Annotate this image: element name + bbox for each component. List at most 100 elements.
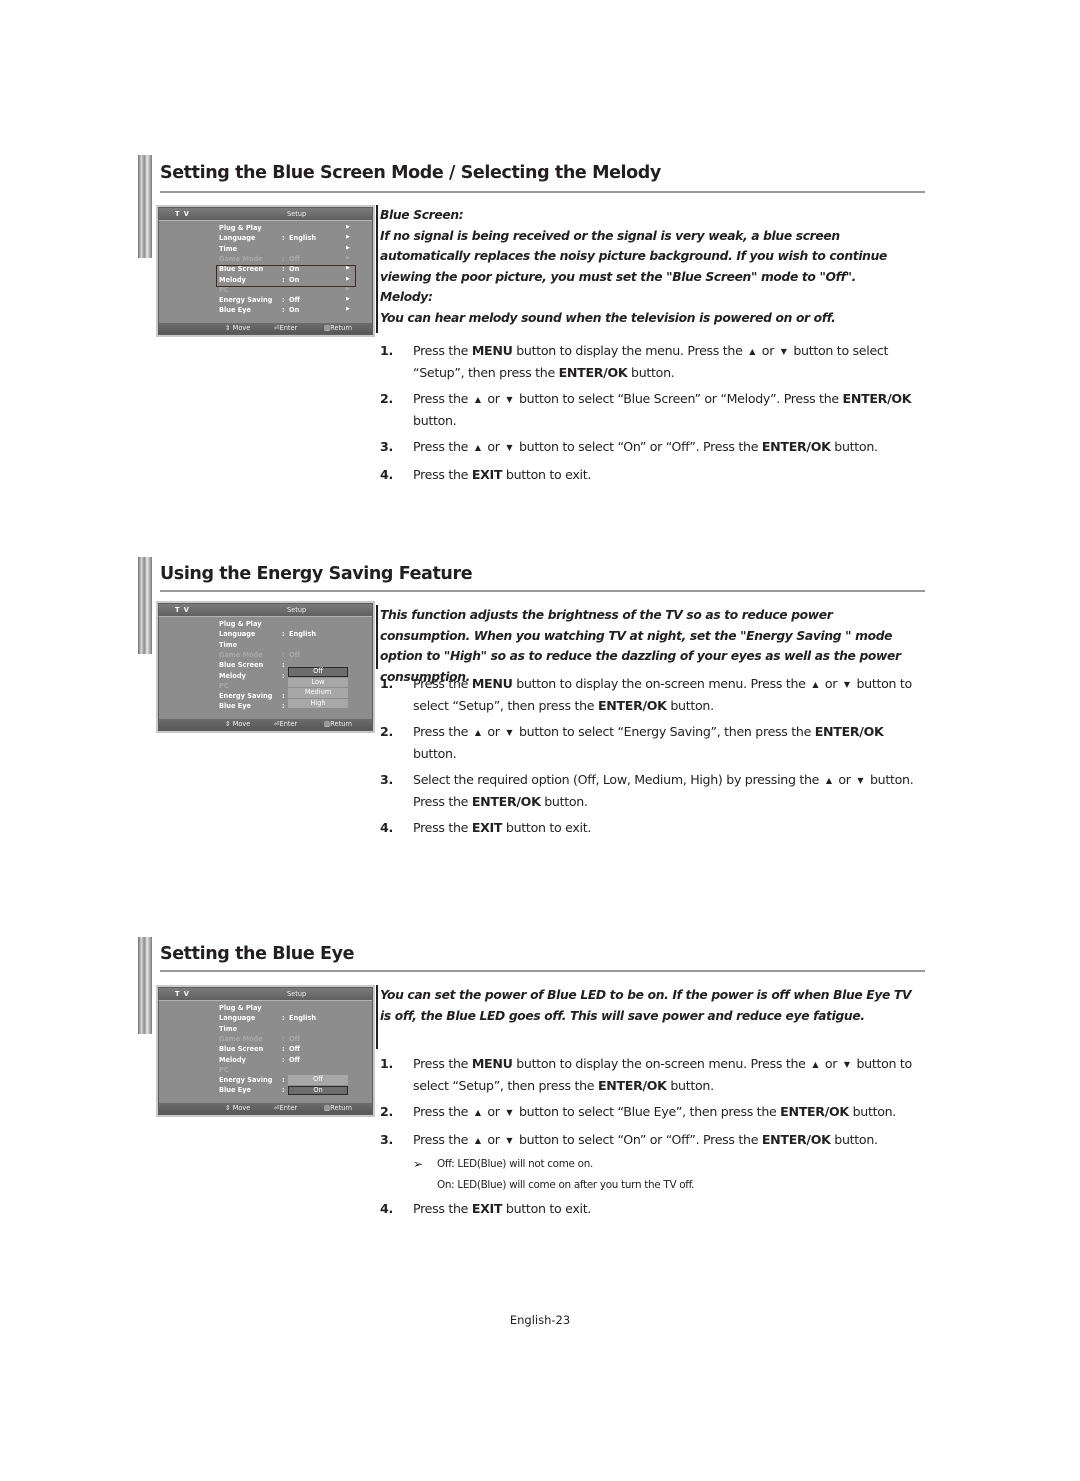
osd-item-label: Blue Eye [219, 702, 252, 711]
osd-item-label: Game Mode [219, 254, 263, 263]
osd-menu-item: Game Mode: Off [219, 651, 359, 661]
osd-enter-hint: ⏎Enter [274, 324, 298, 332]
instruction-step: 4. Press the EXIT button to exit. [380, 818, 925, 839]
step-text: Press the [413, 466, 472, 482]
up-arrow-icon: ▲ [474, 728, 481, 737]
instruction-step: 3. Press the ▲ or ▼ button to select “On”… [380, 437, 925, 459]
button-name: ENTER/OK [780, 1104, 849, 1119]
step-text: or [483, 1104, 504, 1119]
osd-item-value: English [289, 1014, 317, 1023]
button-name: MENU [471, 676, 513, 691]
section-content: You can set the power of Blue LED to be … [376, 985, 925, 1216]
submenu-arrow-icon: ▶ [346, 224, 350, 230]
section-accent-bar [138, 155, 152, 258]
step-number: 2. [380, 1104, 393, 1119]
osd-menu-title: Setup [287, 990, 307, 998]
step-text: or [758, 343, 778, 358]
step-text: button. [627, 364, 675, 380]
step-number: 2. [380, 724, 393, 739]
step-text: Press the [413, 820, 472, 835]
intro-body-melody: You can hear melody sound when the telev… [380, 310, 836, 325]
osd-item-label: Blue Eye [219, 306, 252, 315]
step-text: button. [830, 439, 878, 454]
step-text: button. [413, 745, 457, 761]
osd-item-label: Plug & Play [219, 1004, 262, 1012]
osd-menu-item: Language: English ▶ [219, 234, 359, 244]
osd-item-colon: : [282, 296, 285, 305]
content-left-rule [376, 205, 378, 333]
step-text: button. [413, 412, 457, 428]
step-number: 1. [380, 343, 393, 358]
content-left-rule [376, 985, 378, 1049]
step-text: button to select “On” or “Off”. Press th… [515, 439, 762, 454]
osd-item-value: Off [289, 650, 300, 659]
down-arrow-icon: ▼ [843, 1060, 850, 1069]
up-arrow-icon: ▲ [474, 1135, 481, 1145]
osd-menu-item: Game Mode: Off [219, 1035, 359, 1045]
step-text: button to select “Energy Saving”, then p… [515, 724, 815, 739]
submenu-arrow-icon: ▶ [346, 296, 350, 303]
submenu-arrow-icon: ▶ [346, 234, 350, 241]
step-text: button to exit. [502, 1201, 592, 1216]
osd-option: High [288, 698, 348, 708]
submenu-arrow-icon: ▶ [346, 244, 350, 251]
osd-menu-item: Time [219, 641, 359, 651]
note-line: On: LED(Blue) will come on after you tur… [437, 1179, 695, 1191]
osd-footer: ⇕ Move ⏎Enter ▥Return [159, 1103, 372, 1114]
osd-menu-item: Language: English [219, 1014, 359, 1024]
osd-item-value: English [289, 630, 317, 639]
button-name: EXIT [471, 820, 503, 835]
osd-option: Off [288, 667, 348, 677]
up-arrow-icon: ▲ [812, 680, 819, 689]
step-text: Press the [413, 439, 472, 454]
osd-option: Off [288, 1075, 348, 1085]
step-text: button to exit. [502, 820, 592, 835]
down-arrow-icon: ▼ [506, 395, 513, 404]
instruction-step: 2. Press the ▲ or ▼ button to select “Blu… [380, 1102, 925, 1124]
section-divider [160, 590, 925, 592]
osd-item-label: Blue Eye [219, 1086, 252, 1095]
down-arrow-icon: ▼ [857, 776, 864, 785]
osd-item-label: Plug & Play [219, 620, 262, 628]
steps-list: 1. Press the MENU button to display the m… [380, 341, 925, 491]
blue-eye-options-popup: Off On [288, 1075, 348, 1096]
osd-item-value: Off [289, 1045, 300, 1054]
step-number: 4. [380, 820, 393, 835]
osd-menu-item: Time ▶ [219, 245, 359, 255]
up-arrow-icon: ▲ [812, 1060, 819, 1069]
down-arrow-icon: ▼ [506, 728, 513, 737]
step-text: button. [848, 1104, 897, 1119]
instruction-step: 2. Press the ▲ or ▼ button to select “Blu… [380, 389, 925, 431]
step-text: or [483, 1131, 504, 1147]
step-text: or [834, 772, 855, 787]
osd-return-hint: ▥Return [324, 324, 353, 332]
instruction-step: 3. Select the required option (Off, Low, … [380, 770, 925, 812]
button-name: ENTER/OK [558, 364, 628, 380]
note-line: Off: LED(Blue) will not come on. [437, 1158, 594, 1170]
up-arrow-icon: ▲ [474, 443, 481, 452]
osd-menu-item: Time [219, 1025, 359, 1035]
osd-item-label: PC [219, 681, 229, 690]
step-text: Press the [413, 724, 472, 739]
instruction-step: 1. Press the MENU button to display the o… [380, 1054, 925, 1096]
osd-item-label: Time [219, 640, 238, 649]
osd-option: Low [288, 677, 348, 687]
step-text: button. [666, 1077, 714, 1093]
osd-menu-item: Game Mode: Off ▶ [219, 255, 359, 265]
submenu-arrow-icon: ▶ [346, 254, 350, 261]
step-text: button to select “Blue Screen” or “Melod… [515, 391, 843, 406]
intro-body-blue-screen: If no signal is being received or the si… [380, 228, 887, 284]
osd-item-label: Energy Saving [219, 296, 273, 305]
down-arrow-icon: ▼ [843, 680, 850, 689]
button-name: EXIT [471, 1201, 503, 1216]
osd-menu-item: Energy Saving: Off ▶ [219, 296, 359, 306]
intro-text: Blue Screen: If no signal is being recei… [380, 205, 925, 328]
step-text: button. [540, 793, 588, 809]
step-number: 4. [380, 466, 393, 482]
down-arrow-icon: ▼ [506, 443, 513, 452]
osd-footer: ⇕ Move ⏎Enter ▥Return [159, 323, 372, 334]
instruction-step: 3. Press the ▲ or ▼ button to select “On”… [380, 1130, 925, 1152]
osd-item-label: Time [219, 244, 238, 253]
step-text: Press the [413, 676, 472, 691]
osd-item-value: On [289, 306, 300, 315]
